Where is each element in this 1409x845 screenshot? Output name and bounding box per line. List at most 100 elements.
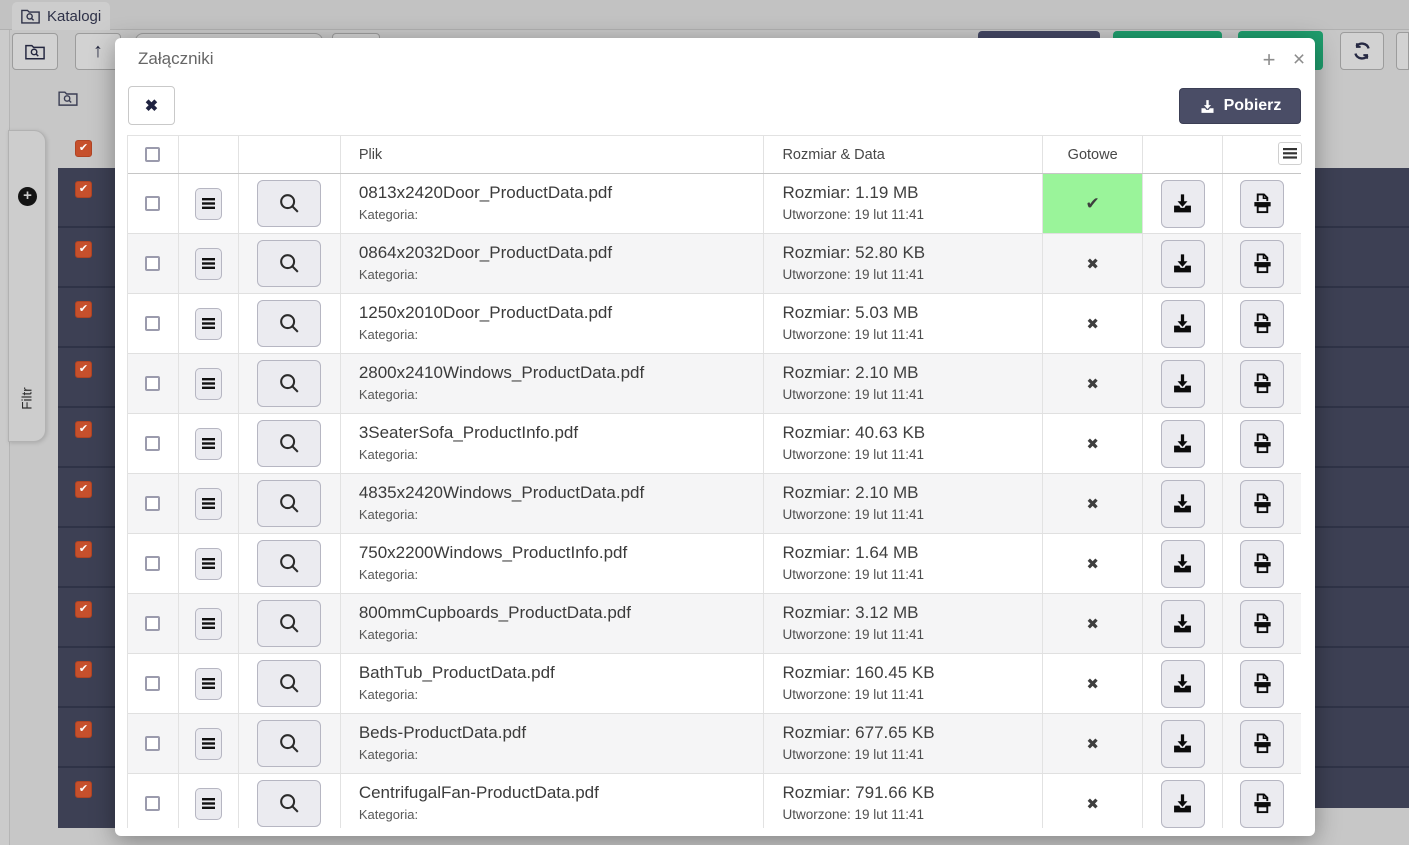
background-row-checkbox[interactable]: ✔ xyxy=(75,241,92,258)
download-all-button[interactable]: Pobierz xyxy=(1179,88,1301,124)
grid-config-button[interactable] xyxy=(1278,142,1302,165)
file-name: 4835x2420Windows_ProductData.pdf xyxy=(359,483,764,503)
row-download-button[interactable] xyxy=(1161,600,1205,648)
row-checkbox[interactable] xyxy=(145,256,160,271)
row-download-button[interactable] xyxy=(1161,300,1205,348)
row-download-button[interactable] xyxy=(1161,780,1205,828)
table-row: CentrifugalFan-ProductData.pdf Kategoria… xyxy=(128,774,1301,828)
row-preview-button[interactable] xyxy=(257,600,321,647)
row-print-button[interactable] xyxy=(1240,540,1284,588)
print-icon xyxy=(1251,792,1274,815)
ready-status: ✖ xyxy=(1043,654,1143,713)
background-row-checkbox[interactable]: ✔ xyxy=(75,601,92,618)
download-all-label: Pobierz xyxy=(1224,97,1282,115)
row-menu-button[interactable] xyxy=(195,548,222,580)
row-print-button[interactable] xyxy=(1240,780,1284,828)
row-preview-button[interactable] xyxy=(257,480,321,527)
file-created: Utworzone: 19 lut 11:41 xyxy=(782,327,1042,342)
file-category: Kategoria: xyxy=(359,447,764,462)
row-checkbox[interactable] xyxy=(145,676,160,691)
row-preview-button[interactable] xyxy=(257,540,321,587)
background-row-checkbox[interactable]: ✔ xyxy=(75,181,92,198)
print-icon xyxy=(1251,492,1274,515)
row-download-button[interactable] xyxy=(1161,540,1205,588)
row-download-button[interactable] xyxy=(1161,720,1205,768)
background-row-checkbox[interactable]: ✔ xyxy=(75,721,92,738)
row-download-button[interactable] xyxy=(1161,360,1205,408)
background-row-checkbox[interactable]: ✔ xyxy=(75,361,92,378)
background-row-checkbox[interactable]: ✔ xyxy=(75,661,92,678)
attachments-table: Plik Rozmiar & Data Gotowe 0813x2420Doo xyxy=(127,135,1301,828)
row-print-button[interactable] xyxy=(1240,180,1284,228)
row-preview-button[interactable] xyxy=(257,660,321,707)
row-download-button[interactable] xyxy=(1161,240,1205,288)
row-print-button[interactable] xyxy=(1240,240,1284,288)
row-menu-button[interactable] xyxy=(195,668,222,700)
row-print-button[interactable] xyxy=(1240,720,1284,768)
background-row-checkbox[interactable]: ✔ xyxy=(75,481,92,498)
background-row-checkbox[interactable]: ✔ xyxy=(75,301,92,318)
row-checkbox[interactable] xyxy=(145,496,160,511)
row-print-button[interactable] xyxy=(1240,360,1284,408)
row-download-button[interactable] xyxy=(1161,180,1205,228)
row-menu-button[interactable] xyxy=(195,188,222,220)
row-print-button[interactable] xyxy=(1240,480,1284,528)
row-checkbox[interactable] xyxy=(145,736,160,751)
select-all-checkbox[interactable] xyxy=(145,147,160,162)
tab-katalogi[interactable]: Katalogi xyxy=(12,2,110,30)
search-icon xyxy=(277,251,302,276)
modal-add-icon[interactable]: + xyxy=(1255,48,1283,74)
row-checkbox[interactable] xyxy=(145,556,160,571)
row-preview-button[interactable] xyxy=(257,240,321,287)
menu-icon xyxy=(202,618,215,629)
toolbar-partial-button[interactable] xyxy=(1396,32,1409,70)
search-icon xyxy=(277,431,302,456)
row-preview-button[interactable] xyxy=(257,720,321,767)
row-preview-button[interactable] xyxy=(257,300,321,347)
row-menu-button[interactable] xyxy=(195,608,222,640)
row-menu-button[interactable] xyxy=(195,368,222,400)
file-size: Rozmiar: 52.80 KB xyxy=(782,243,1042,263)
column-header-file[interactable]: Plik xyxy=(341,136,765,173)
row-preview-button[interactable] xyxy=(257,180,321,227)
row-checkbox[interactable] xyxy=(145,196,160,211)
row-download-button[interactable] xyxy=(1161,660,1205,708)
file-name: 3SeaterSofa_ProductInfo.pdf xyxy=(359,423,764,443)
background-row-checkbox[interactable]: ✔ xyxy=(75,781,92,798)
row-menu-button[interactable] xyxy=(195,428,222,460)
table-row: 2800x2410Windows_ProductData.pdf Kategor… xyxy=(128,354,1301,414)
close-button[interactable]: ✖ xyxy=(128,86,175,125)
print-icon xyxy=(1251,252,1274,275)
row-checkbox[interactable] xyxy=(145,796,160,811)
row-print-button[interactable] xyxy=(1240,420,1284,468)
row-download-button[interactable] xyxy=(1161,480,1205,528)
folder-search-button[interactable] xyxy=(12,33,58,70)
row-print-button[interactable] xyxy=(1240,300,1284,348)
menu-icon xyxy=(202,558,215,569)
background-row-checkbox[interactable]: ✔ xyxy=(75,421,92,438)
row-print-button[interactable] xyxy=(1240,660,1284,708)
modal-close-icon[interactable]: × xyxy=(1285,48,1313,74)
row-menu-button[interactable] xyxy=(195,488,222,520)
filter-add-icon[interactable]: + xyxy=(18,187,37,206)
column-header-ready[interactable]: Gotowe xyxy=(1043,136,1143,173)
row-menu-button[interactable] xyxy=(195,788,222,820)
row-menu-button[interactable] xyxy=(195,728,222,760)
background-row-checkbox[interactable]: ✔ xyxy=(75,541,92,558)
row-checkbox[interactable] xyxy=(145,436,160,451)
column-header-size-date[interactable]: Rozmiar & Data xyxy=(764,136,1043,173)
background-select-all-checkbox[interactable]: ✔ xyxy=(75,140,92,157)
refresh-button[interactable] xyxy=(1340,32,1384,70)
filter-panel[interactable]: + Filtr xyxy=(8,130,46,442)
file-name: 0813x2420Door_ProductData.pdf xyxy=(359,183,764,203)
row-checkbox[interactable] xyxy=(145,316,160,331)
row-menu-button[interactable] xyxy=(195,248,222,280)
row-checkbox[interactable] xyxy=(145,616,160,631)
row-download-button[interactable] xyxy=(1161,420,1205,468)
row-print-button[interactable] xyxy=(1240,600,1284,648)
row-preview-button[interactable] xyxy=(257,360,321,407)
row-checkbox[interactable] xyxy=(145,376,160,391)
row-menu-button[interactable] xyxy=(195,308,222,340)
row-preview-button[interactable] xyxy=(257,780,321,827)
row-preview-button[interactable] xyxy=(257,420,321,467)
